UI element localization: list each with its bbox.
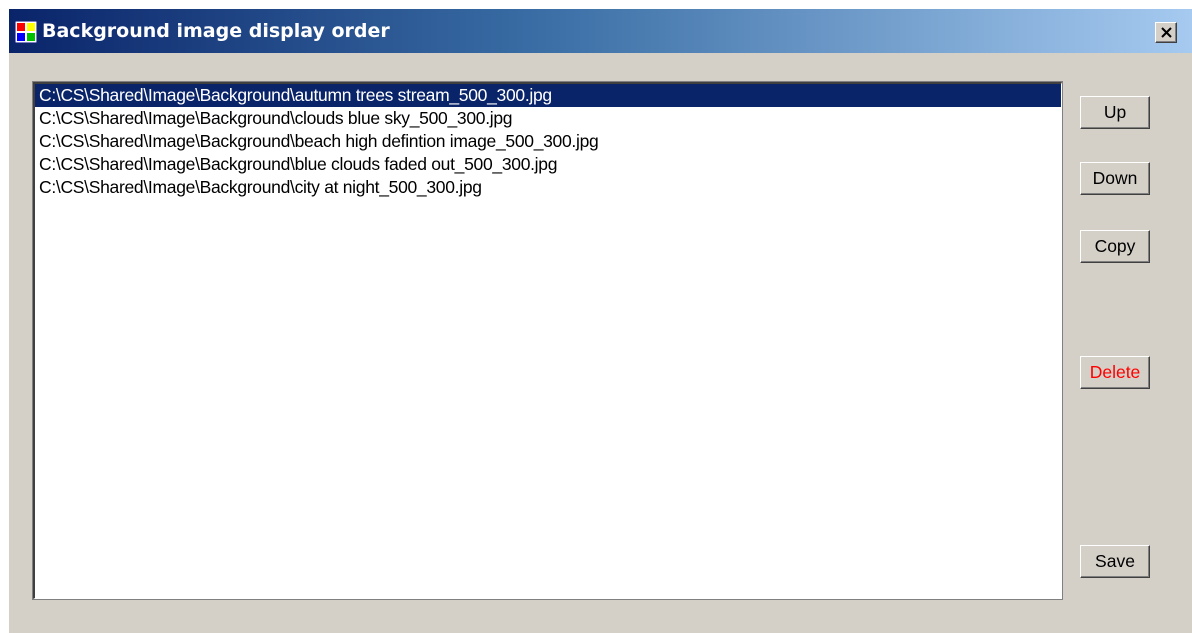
up-button[interactable]: Up (1080, 96, 1150, 129)
list-item[interactable]: C:\CS\Shared\Image\Background\clouds blu… (35, 107, 1061, 130)
list-item[interactable]: C:\CS\Shared\Image\Background\city at ni… (35, 176, 1061, 199)
close-button[interactable] (1155, 22, 1177, 43)
title-bar[interactable]: Background image display order (9, 9, 1192, 53)
app-window-icon (15, 21, 37, 43)
copy-button[interactable]: Copy (1080, 230, 1150, 263)
list-item[interactable]: C:\CS\Shared\Image\Background\blue cloud… (35, 153, 1061, 176)
image-list[interactable]: C:\CS\Shared\Image\Background\autumn tre… (33, 82, 1062, 599)
dialog-window: Background image display order C:\CS\Sha… (8, 8, 1192, 633)
close-icon (1161, 27, 1172, 38)
delete-button[interactable]: Delete (1080, 356, 1150, 389)
list-item[interactable]: C:\CS\Shared\Image\Background\beach high… (35, 130, 1061, 153)
down-button[interactable]: Down (1080, 162, 1150, 195)
list-item[interactable]: C:\CS\Shared\Image\Background\autumn tre… (35, 84, 1061, 107)
save-button[interactable]: Save (1080, 545, 1150, 578)
window-title: Background image display order (42, 20, 390, 42)
